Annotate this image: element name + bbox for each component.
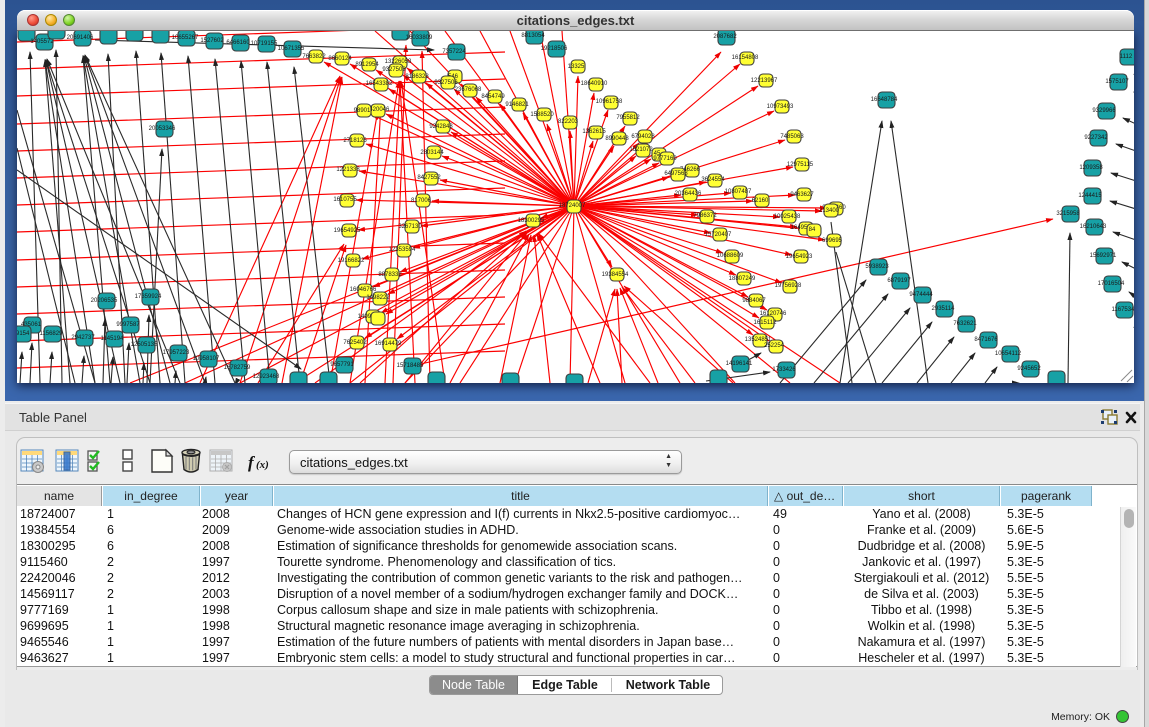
svg-text:7357224: 7357224 [442, 49, 466, 55]
svg-text:1209358: 1209358 [1079, 165, 1103, 171]
svg-text:98901: 98901 [354, 108, 371, 114]
svg-text:1221338: 1221338 [336, 167, 360, 173]
svg-text:15692971: 15692971 [1090, 253, 1117, 259]
svg-text:8912954: 8912954 [355, 62, 379, 68]
svg-text:1615112: 1615112 [754, 320, 778, 326]
svg-text:9146821: 9146821 [505, 102, 529, 108]
svg-text:10688609: 10688609 [717, 253, 744, 259]
svg-text:10961758: 10961758 [596, 99, 623, 105]
svg-text:16543382: 16543382 [366, 81, 393, 87]
svg-text:8427552: 8427552 [417, 175, 441, 181]
svg-text:10973493: 10973493 [767, 104, 794, 110]
svg-text:20364436: 20364436 [675, 191, 702, 197]
svg-text:19654925: 19654925 [334, 228, 361, 234]
svg-text:3624554: 3624554 [701, 177, 725, 183]
svg-text:f: f [248, 453, 256, 472]
svg-text:1362615: 1362615 [582, 129, 606, 135]
svg-text:19218506: 19218506 [541, 46, 568, 52]
svg-text:1621072: 1621072 [629, 147, 653, 153]
svg-text:9657791: 9657791 [330, 362, 354, 368]
svg-text:15720407: 15720407 [705, 232, 732, 238]
svg-text:9245652: 9245652 [1017, 366, 1041, 372]
svg-text:9227342: 9227342 [1084, 135, 1108, 141]
svg-text:2718126: 2718126 [343, 138, 367, 144]
svg-text:16154808: 16154808 [732, 55, 759, 61]
svg-text:10025438: 10025438 [774, 214, 801, 220]
svg-text:19756928: 19756928 [775, 283, 802, 289]
svg-text:5938923: 5938923 [865, 264, 889, 270]
svg-text:18640910: 18640910 [581, 81, 608, 87]
svg-text:3267130: 3267130 [398, 224, 422, 230]
svg-text:2935114: 2935114 [932, 306, 956, 312]
svg-text:7485063: 7485063 [780, 134, 804, 140]
svg-text:1112: 1112 [1120, 54, 1133, 60]
svg-text:12975115: 12975115 [787, 162, 814, 168]
svg-text:1733426: 1733426 [772, 367, 796, 373]
svg-text:18300295: 18300295 [518, 218, 545, 224]
svg-text:1575107: 1575107 [1105, 79, 1129, 85]
svg-text:699695: 699695 [822, 238, 843, 244]
svg-text:8471676: 8471676 [974, 337, 998, 343]
svg-text:(x): (x) [256, 459, 269, 471]
svg-text:9463627: 9463627 [790, 192, 814, 198]
svg-text:9474444: 9474444 [909, 292, 933, 298]
svg-text:6794028: 6794028 [631, 134, 655, 140]
svg-text:252254: 252254 [764, 343, 785, 349]
svg-text:16648784: 16648784 [871, 97, 898, 103]
svg-text:7625402: 7625402 [343, 340, 367, 346]
svg-text:8660124: 8660124 [328, 56, 352, 62]
svg-text:8878332: 8878332 [378, 272, 402, 278]
svg-text:12353594: 12353594 [389, 247, 416, 253]
svg-text:822203: 822203 [558, 119, 579, 125]
svg-text:7663822: 7663822 [302, 54, 326, 60]
svg-text:15718485: 15718485 [397, 363, 424, 369]
svg-text:7632621: 7632621 [953, 321, 977, 327]
svg-text:817006: 817006 [411, 198, 432, 204]
svg-text:6879197: 6879197 [887, 278, 911, 284]
svg-text:9777169: 9777169 [653, 156, 677, 162]
svg-text:8813054: 8813054 [521, 33, 545, 39]
svg-text:1610755: 1610755 [333, 197, 357, 203]
svg-text:16046766: 16046766 [350, 287, 377, 293]
svg-text:2803144: 2803144 [420, 150, 444, 156]
svg-text:7986372: 7986372 [693, 213, 717, 219]
svg-text:84: 84 [809, 227, 816, 233]
svg-text:19384554: 19384554 [602, 272, 629, 278]
svg-text:213400: 213400 [819, 208, 840, 214]
svg-text:9884067: 9884067 [742, 298, 766, 304]
svg-text:12213967: 12213967 [751, 78, 778, 84]
svg-text:16914479: 16914479 [375, 341, 402, 347]
svg-text:8454749: 8454749 [481, 94, 505, 100]
svg-text:16033809: 16033809 [406, 35, 433, 41]
svg-text:17016504: 17016504 [1098, 281, 1125, 287]
svg-text:6497568: 6497568 [664, 171, 688, 177]
svg-text:16210643: 16210643 [1080, 224, 1107, 230]
svg-text:19166822: 19166822 [338, 258, 365, 264]
svg-text:1244415: 1244415 [1078, 193, 1102, 199]
svg-text:14196141: 14196141 [726, 361, 753, 367]
svg-text:8186328: 8186328 [405, 74, 429, 80]
svg-text:1588520: 1588520 [530, 112, 554, 118]
svg-text:18807249: 18807249 [729, 276, 756, 282]
svg-text:1498222: 1498222 [366, 295, 390, 301]
svg-text:9327503: 9327503 [382, 67, 406, 73]
svg-text:10807487: 10807487 [725, 189, 752, 195]
svg-text:1167534: 1167534 [1112, 307, 1134, 313]
svg-text:19654923: 19654923 [786, 254, 813, 260]
svg-text:62160: 62160 [752, 198, 769, 204]
svg-text:10654112: 10654112 [995, 351, 1022, 357]
svg-text:3215958: 3215958 [1056, 211, 1080, 217]
svg-text:8990448: 8990448 [605, 136, 629, 142]
svg-text:2087682: 2087682 [713, 34, 737, 40]
svg-text:9327506: 9327506 [434, 80, 458, 86]
svg-text:7955812: 7955812 [616, 115, 640, 121]
svg-text:9329966: 9329966 [1092, 108, 1116, 114]
svg-text:23676068: 23676068 [455, 87, 482, 93]
svg-text:13325: 13325 [568, 64, 585, 70]
svg-text:9242848: 9242848 [429, 124, 453, 130]
svg-text:18724007: 18724007 [559, 203, 586, 209]
